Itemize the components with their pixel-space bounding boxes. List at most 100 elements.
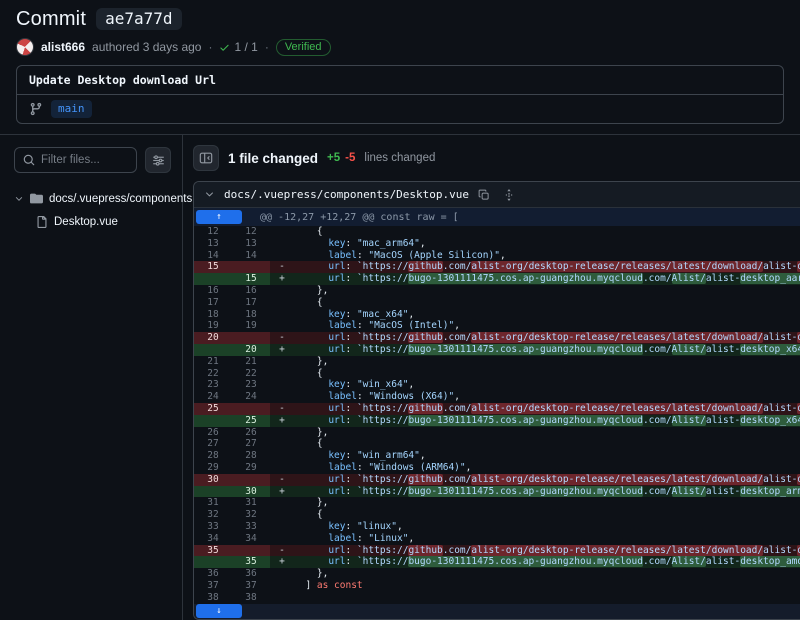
tree-file-label: Desktop.vue <box>54 216 118 228</box>
old-line-number[interactable]: 15 <box>194 261 232 273</box>
code-line: }, <box>294 427 800 439</box>
code-line: { <box>294 297 800 309</box>
new-line-number[interactable]: 29 <box>232 462 270 474</box>
new-line-number[interactable]: 34 <box>232 533 270 545</box>
new-line-number[interactable]: 12 <box>232 226 270 238</box>
old-line-number[interactable]: 29 <box>194 462 232 474</box>
code-line: { <box>294 226 800 238</box>
old-line-number[interactable]: 24 <box>194 391 232 403</box>
old-line-number[interactable]: 27 <box>194 438 232 450</box>
old-line-number[interactable]: 16 <box>194 285 232 297</box>
old-line-number[interactable]: 22 <box>194 368 232 380</box>
old-line-number[interactable]: 25 <box>194 403 232 415</box>
expand-all-icon[interactable] <box>503 189 515 201</box>
code-line: }, <box>294 285 800 297</box>
new-line-number[interactable]: 37 <box>232 580 270 592</box>
tree-folder-row[interactable]: docs/.vuepress/components <box>14 187 171 210</box>
new-line-number[interactable]: 15 <box>232 273 270 285</box>
old-line-number[interactable]: 14 <box>194 250 232 262</box>
sliders-icon <box>152 154 165 167</box>
filter-files-input[interactable] <box>41 154 128 166</box>
old-line-number[interactable]: 18 <box>194 309 232 321</box>
diff-marker: - <box>270 403 294 415</box>
old-line-number[interactable]: 31 <box>194 497 232 509</box>
new-line-number[interactable]: 32 <box>232 509 270 521</box>
copy-icon[interactable] <box>478 189 490 201</box>
old-line-number[interactable]: 12 <box>194 226 232 238</box>
old-line-number[interactable]: 23 <box>194 379 232 391</box>
new-line-number[interactable]: 30 <box>232 486 270 498</box>
new-line-number[interactable] <box>232 261 270 273</box>
author-name[interactable]: alist666 <box>41 40 85 54</box>
diff-marker <box>270 438 294 450</box>
new-line-number[interactable]: 35 <box>232 556 270 568</box>
new-line-number[interactable]: 16 <box>232 285 270 297</box>
old-line-number[interactable] <box>194 415 232 427</box>
diff-marker: - <box>270 545 294 557</box>
expand-down-button[interactable]: ↓ <box>196 604 242 618</box>
old-line-number[interactable] <box>194 344 232 356</box>
old-line-number[interactable] <box>194 556 232 568</box>
new-line-number[interactable]: 28 <box>232 450 270 462</box>
filter-files-field[interactable] <box>14 147 137 173</box>
new-line-number[interactable]: 24 <box>232 391 270 403</box>
commit-header: Commit ae7a77d alist666 authored 3 days … <box>0 0 800 134</box>
branch-chip[interactable]: main <box>51 100 92 118</box>
chevron-down-icon[interactable] <box>204 189 215 200</box>
old-line-number[interactable]: 21 <box>194 356 232 368</box>
commit-sha: ae7a77d <box>96 8 181 30</box>
diff-marker <box>270 568 294 580</box>
new-line-number[interactable]: 25 <box>232 415 270 427</box>
new-line-number[interactable]: 31 <box>232 497 270 509</box>
diff-marker: + <box>270 556 294 568</box>
new-line-number[interactable] <box>232 332 270 344</box>
checks-status[interactable]: 1 / 1 <box>219 40 257 54</box>
old-line-number[interactable] <box>194 486 232 498</box>
new-line-number[interactable]: 36 <box>232 568 270 580</box>
expand-up-button[interactable]: ↑ <box>196 210 242 224</box>
old-line-number[interactable]: 32 <box>194 509 232 521</box>
code-line: { <box>294 438 800 450</box>
new-line-number[interactable] <box>232 474 270 486</box>
file-path[interactable]: docs/.vuepress/components/Desktop.vue <box>224 188 469 201</box>
old-line-number[interactable]: 28 <box>194 450 232 462</box>
new-line-number[interactable] <box>232 545 270 557</box>
new-line-number[interactable]: 21 <box>232 356 270 368</box>
collapse-sidebar-button[interactable] <box>193 145 219 171</box>
lines-changed-label: lines changed <box>364 152 435 164</box>
new-line-number[interactable]: 14 <box>232 250 270 262</box>
diff-row-context: 2222 { <box>194 368 800 380</box>
new-line-number[interactable]: 33 <box>232 521 270 533</box>
commit-message-box: Update Desktop download Url main <box>16 65 784 124</box>
old-line-number[interactable]: 37 <box>194 580 232 592</box>
new-line-number[interactable]: 38 <box>232 592 270 604</box>
new-line-number[interactable]: 13 <box>232 238 270 250</box>
old-line-number[interactable] <box>194 273 232 285</box>
diff-row-deleted: 25- url: `https://github.com/alist-org/d… <box>194 403 800 415</box>
new-line-number[interactable]: 27 <box>232 438 270 450</box>
old-line-number[interactable]: 13 <box>194 238 232 250</box>
new-line-number[interactable]: 20 <box>232 344 270 356</box>
old-line-number[interactable]: 20 <box>194 332 232 344</box>
new-line-number[interactable]: 22 <box>232 368 270 380</box>
old-line-number[interactable]: 35 <box>194 545 232 557</box>
file-filter-options-button[interactable] <box>145 147 171 173</box>
old-line-number[interactable]: 19 <box>194 320 232 332</box>
new-line-number[interactable] <box>232 403 270 415</box>
old-line-number[interactable]: 34 <box>194 533 232 545</box>
old-line-number[interactable]: 30 <box>194 474 232 486</box>
old-line-number[interactable]: 36 <box>194 568 232 580</box>
old-line-number[interactable]: 26 <box>194 427 232 439</box>
code-line: url: `https://bugo-1301111475.cos.ap-gua… <box>294 344 800 356</box>
new-line-number[interactable]: 23 <box>232 379 270 391</box>
verified-badge[interactable]: Verified <box>276 39 331 56</box>
old-line-number[interactable]: 33 <box>194 521 232 533</box>
old-line-number[interactable]: 38 <box>194 592 232 604</box>
tree-file-row[interactable]: Desktop.vue <box>36 210 171 233</box>
new-line-number[interactable]: 18 <box>232 309 270 321</box>
new-line-number[interactable]: 26 <box>232 427 270 439</box>
old-line-number[interactable]: 17 <box>194 297 232 309</box>
new-line-number[interactable]: 17 <box>232 297 270 309</box>
avatar[interactable] <box>16 38 34 56</box>
new-line-number[interactable]: 19 <box>232 320 270 332</box>
